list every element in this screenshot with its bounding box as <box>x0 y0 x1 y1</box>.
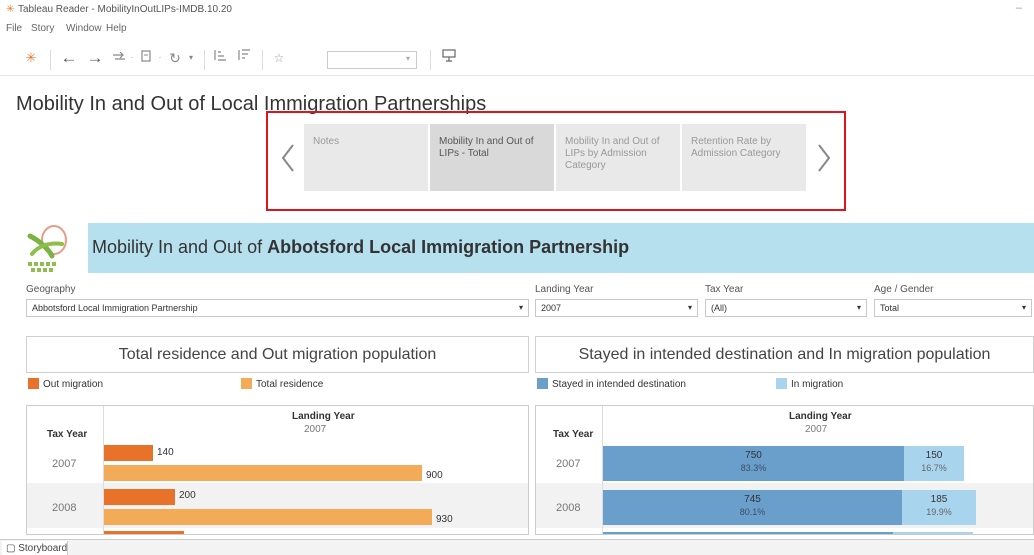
total-residence-bar[interactable] <box>104 509 432 525</box>
refresh-icon[interactable]: ↻ <box>166 40 184 76</box>
storyboard-tab[interactable]: ▢ Storyboard <box>2 541 68 555</box>
bar-value: 900 <box>426 470 443 481</box>
out-migration-bar[interactable] <box>104 531 184 534</box>
sort-asc-icon[interactable] <box>210 40 230 76</box>
pin-icon[interactable]: ☆ <box>270 40 288 76</box>
tax-year-dropdown[interactable]: (All) ▾ <box>705 299 867 317</box>
age-gender-dropdown[interactable]: Total ▾ <box>874 299 1032 317</box>
title-bar: ✳ Tableau Reader - MobilityInOutLIPs-IMD… <box>0 0 1034 20</box>
landing-year-label: Landing Year <box>535 284 594 295</box>
chevron-down-icon: ▾ <box>405 54 410 63</box>
column-subheader: 2007 <box>304 424 327 435</box>
menu-bar: File Story Window Help <box>0 20 1034 38</box>
forward-icon[interactable]: → <box>84 40 106 76</box>
menu-story[interactable]: Story <box>31 23 54 34</box>
chevron-down-icon: ▾ <box>1021 303 1026 312</box>
row-label: 2007 <box>52 458 77 470</box>
age-gender-label: Age / Gender <box>874 284 934 295</box>
row-header: Tax Year <box>553 429 594 440</box>
right-panel-title: Stayed in intended destination and In mi… <box>535 336 1034 373</box>
menu-help[interactable]: Help <box>106 23 127 34</box>
out-migration-bar[interactable] <box>104 445 153 461</box>
legend-out-migration[interactable]: Out migration <box>28 378 103 390</box>
tableau-logo-icon: ✳ <box>6 4 15 15</box>
tableau-logo-icon[interactable]: ✳ <box>22 40 40 76</box>
stayed-segment[interactable]: 745 80.1% <box>603 490 902 525</box>
legend-stayed[interactable]: Stayed in intended destination <box>537 378 686 390</box>
legend-in-migration[interactable]: In migration <box>776 378 843 390</box>
tax-year-label: Tax Year <box>705 284 744 295</box>
stayed-segment[interactable]: 750 83.3% <box>603 446 904 481</box>
left-chart: Tax Year Landing Year 2007 2007 2008 140… <box>26 405 529 535</box>
sort-desc-icon[interactable] <box>234 40 254 76</box>
geography-dropdown[interactable]: Abbotsford Local Immigration Partnership… <box>26 299 529 317</box>
legend-total-residence[interactable]: Total residence <box>241 378 323 390</box>
status-bar: ▢ Storyboard <box>0 539 1034 555</box>
lip-logo-icon <box>27 225 67 272</box>
row-label: 2008 <box>556 502 581 514</box>
right-chart: Tax Year Landing Year 2007 2007 2008 750… <box>535 405 1034 535</box>
column-header: Landing Year <box>789 411 852 422</box>
row-label: 2008 <box>52 502 77 514</box>
tableau-reader-window: ✳ Tableau Reader - MobilityInOutLIPs-IMD… <box>0 0 1034 555</box>
data-icon[interactable] <box>138 40 154 76</box>
chevron-down-icon: ▾ <box>518 303 523 312</box>
column-subheader: 2007 <box>805 424 828 435</box>
dropdown-icon[interactable]: · <box>156 40 164 76</box>
highlight-box <box>266 111 846 211</box>
left-panel-title: Total residence and Out migration popula… <box>26 336 529 373</box>
row-label: 2007 <box>556 458 581 470</box>
swap-icon[interactable] <box>110 40 128 76</box>
window-title: Tableau Reader - MobilityInOutLIPs-IMDB.… <box>18 4 232 15</box>
in-migration-segment[interactable]: 150 16.7% <box>904 446 964 481</box>
dashboard-place: Abbotsford Local Immigration Partnership <box>267 237 630 257</box>
dropdown-icon[interactable]: ▾ <box>186 40 196 76</box>
in-migration-segment[interactable]: 185 19.9% <box>902 490 976 525</box>
row-header: Tax Year <box>47 429 88 440</box>
bar-value: 200 <box>179 490 196 501</box>
in-migration-segment[interactable] <box>893 532 973 534</box>
toolbar: ✳ ← → · · ↻ ▾ ☆ ▾ <box>0 40 1034 76</box>
toolbar-dropdown[interactable]: ▾ <box>327 51 417 69</box>
geography-label: Geography <box>26 284 76 295</box>
presentation-icon[interactable] <box>438 40 460 76</box>
total-residence-bar[interactable] <box>104 465 422 481</box>
bar-value: 140 <box>157 447 174 458</box>
dropdown-icon[interactable]: · <box>128 40 136 76</box>
out-migration-bar[interactable] <box>104 489 175 505</box>
chevron-down-icon: ▾ <box>856 303 861 312</box>
dashboard-title: Mobility In and Out of Abbotsford Local … <box>92 237 630 257</box>
back-icon[interactable]: ← <box>58 40 80 76</box>
stayed-segment[interactable] <box>603 532 893 534</box>
menu-file[interactable]: File <box>6 23 22 34</box>
bar-value: 930 <box>436 514 453 525</box>
menu-window[interactable]: Window <box>66 23 102 34</box>
minimize-button[interactable]: – <box>1016 2 1022 14</box>
chevron-down-icon: ▾ <box>687 303 692 312</box>
landing-year-dropdown[interactable]: 2007 ▾ <box>535 299 698 317</box>
column-header: Landing Year <box>292 411 355 422</box>
